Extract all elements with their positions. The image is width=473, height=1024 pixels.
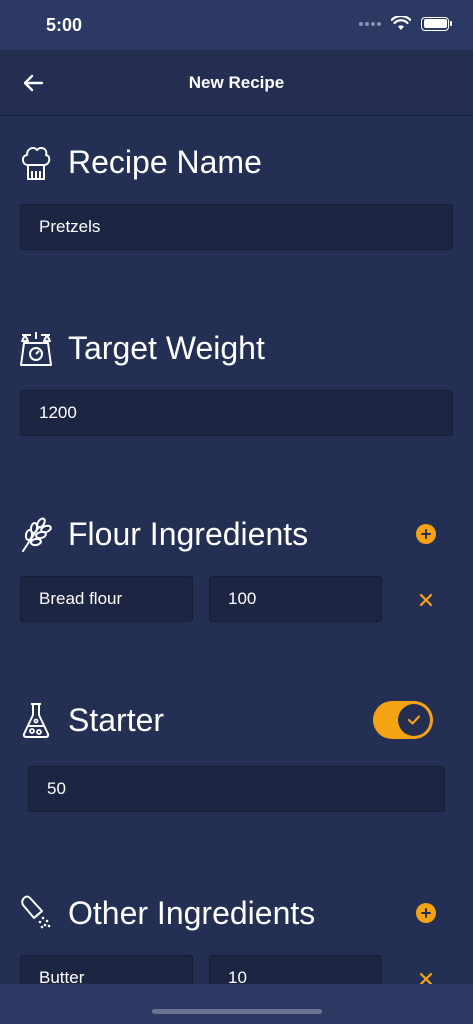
toggle-knob [398, 704, 430, 736]
flour-amount-input[interactable]: 100 [209, 576, 382, 622]
starter-header: Starter [18, 697, 164, 743]
nav-bar: New Recipe [0, 50, 473, 116]
starter-toggle[interactable] [373, 701, 433, 739]
status-icons [359, 16, 452, 31]
other-ingredients-header: Other Ingredients [18, 890, 315, 936]
status-bar: 5:00 [0, 0, 473, 50]
section-title: Recipe Name [68, 143, 262, 180]
home-indicator[interactable] [152, 1009, 322, 1014]
home-indicator-area [0, 984, 473, 1024]
flour-name-input[interactable]: Bread flour [20, 576, 193, 622]
flour-ingredients-header: Flour Ingredients [18, 511, 308, 557]
plus-icon [421, 908, 431, 918]
section-title: Other Ingredients [68, 894, 316, 931]
chef-hat-icon [18, 142, 54, 182]
section-title: Flour Ingredients [68, 515, 309, 552]
add-flour-button[interactable] [416, 524, 436, 544]
recipe-name-header: Recipe Name [18, 139, 262, 185]
target-weight-input[interactable]: 1200 [20, 390, 453, 436]
wheat-icon [18, 514, 54, 554]
signal-icon [359, 21, 381, 26]
recipe-name-input[interactable]: Pretzels [20, 204, 453, 250]
check-icon [407, 715, 421, 725]
kitchen-scale-icon [18, 328, 54, 368]
flask-icon [18, 700, 54, 740]
plus-icon [421, 529, 431, 539]
page-title: New Recipe [188, 73, 285, 92]
battery-icon [421, 16, 452, 31]
section-title: Starter [68, 701, 165, 738]
close-icon [419, 593, 433, 607]
salt-shaker-icon [18, 893, 54, 933]
target-weight-header: Target Weight [18, 325, 265, 371]
status-time: 5:00 [46, 15, 83, 35]
wifi-icon [391, 16, 411, 30]
starter-amount-input[interactable]: 50 [28, 766, 445, 812]
add-other-button[interactable] [416, 903, 436, 923]
section-title: Target Weight [68, 329, 265, 366]
remove-flour-button[interactable] [416, 590, 436, 610]
